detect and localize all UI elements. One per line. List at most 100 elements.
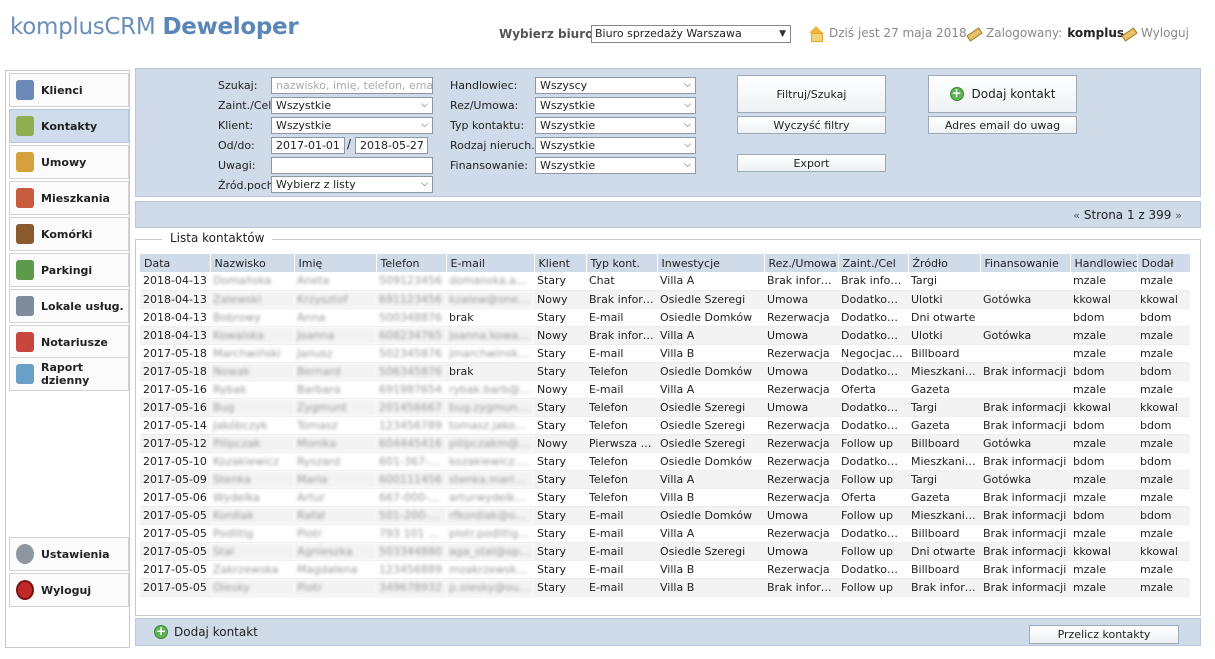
column-header[interactable]: Typ kont.	[586, 254, 658, 272]
next-page-link[interactable]: »	[1175, 209, 1182, 222]
property-type-select[interactable]: Wszystkie ⌵	[535, 137, 696, 154]
table-cell: Aneta	[294, 272, 376, 291]
sidebar-logout-button[interactable]: Wyloguj	[9, 573, 129, 607]
source-select[interactable]: Wybierz z listy ⌵	[271, 176, 433, 193]
email-notes-button[interactable]: Adres email do uwag	[928, 116, 1077, 134]
clear-filters-button[interactable]: Wyczyść filtry	[737, 116, 886, 134]
table-cell: E-mail	[586, 506, 657, 525]
table-row[interactable]: 2017-05-05 Kordiak Rafał 501-200-271 rfkordi…	[140, 506, 1190, 525]
recalc-contacts-button[interactable]: Przelicz kontakty	[1029, 625, 1179, 644]
sidebar-item-notariusze[interactable]: Notariusze	[9, 325, 129, 359]
column-header[interactable]: Imię	[294, 254, 377, 272]
table-row[interactable]: 2018-04-13 Domańska Aneta 509123456 domanska…	[140, 272, 1190, 291]
prev-page-link[interactable]: «	[1073, 209, 1080, 222]
table-cell: Nowy	[534, 290, 586, 309]
reservation-select[interactable]: Wszystkie ⌵	[535, 97, 696, 114]
table-cell: bdom	[1137, 416, 1190, 435]
table-row[interactable]: 2017-05-09 Stenka Maria 600111456 stenka.mar…	[140, 470, 1190, 489]
search-input[interactable]: nazwisko, imię, telefon, email	[271, 77, 433, 94]
table-cell: 2017-05-06	[140, 488, 210, 507]
sidebar-item-klienci[interactable]: Klienci	[9, 73, 129, 107]
table-row[interactable]: 2017-05-16 Bug Zygmunt 201456667 bug.zygmunt…	[140, 398, 1190, 417]
filter-search-button[interactable]: Filtruj/Szukaj	[737, 75, 886, 113]
table-row[interactable]: 2017-05-16 Rybak Barbara 691987654 rybak.bar…	[140, 380, 1190, 399]
table-row[interactable]: 2017-05-05 Olesky Piotr 349678932 p.olesky@o…	[140, 578, 1190, 597]
notes-input[interactable]	[271, 157, 433, 174]
header-logout-link[interactable]: Wyloguj	[1120, 26, 1189, 40]
column-header[interactable]: Dodał	[1137, 254, 1191, 272]
table-row[interactable]: 2018-04-13 Bobrowy Anna 500348876 brak Stary E…	[140, 308, 1190, 327]
chevron-down-icon: ⌵	[684, 100, 691, 110]
bottom-add-contact-link[interactable]: + Dodaj kontakt	[154, 625, 258, 639]
table-cell: Ryszard	[294, 452, 376, 471]
table-row[interactable]: 2018-04-13 Zalewski Krzysztof 691123456 kzal…	[140, 290, 1190, 309]
column-header[interactable]: Nazwisko	[210, 254, 295, 272]
table-cell: 793 101 137	[376, 524, 446, 543]
table-cell: Gazeta	[908, 416, 980, 435]
column-header[interactable]: Data	[140, 254, 211, 272]
table-cell: Osiedle Szeregi	[657, 416, 764, 435]
table-cell: brak	[446, 308, 534, 327]
salesman-select[interactable]: Wszyscy ⌵	[535, 77, 696, 94]
date-to-input[interactable]: 2018-05-27	[355, 137, 428, 154]
office-select[interactable]: Biuro sprzedaży Warszawa ▼	[591, 25, 791, 43]
sidebar-item-lokale-uslug[interactable]: Lokale usług.	[9, 289, 129, 323]
table-cell: Osiedle Szeregi	[657, 290, 764, 309]
interest-select[interactable]: Wszystkie ⌵	[271, 97, 433, 114]
table-row[interactable]: 2017-05-12 Pilipczak Monika 604445416 pilipc…	[140, 434, 1190, 453]
table-cell: Umowa	[764, 398, 838, 417]
logged-user-info: Zalogowany: komplus	[965, 26, 1124, 40]
table-cell: mzale	[1137, 524, 1190, 543]
table-cell: Rezerwacja	[764, 560, 838, 579]
sidebar-item-ustawienia[interactable]: Ustawienia	[9, 537, 129, 571]
table-cell: mzale	[1137, 560, 1190, 579]
table-cell: kzalew@onet.pl	[446, 290, 534, 309]
table-row[interactable]: 2017-05-05 Zakrzewska Magdalena 123456889 mz…	[140, 560, 1190, 579]
column-header[interactable]: Zaint./Cel	[838, 254, 909, 272]
table-cell: Osiedle Domków	[657, 362, 764, 381]
filter-panel: Szukaj: nazwisko, imię, telefon, email Z…	[135, 68, 1201, 197]
sidebar-item-raport-dzienny[interactable]: Raport dzienny	[9, 357, 129, 391]
table-cell: 608234765	[376, 326, 446, 345]
sidebar-item-mieszkania[interactable]: Mieszkania	[9, 181, 129, 215]
contact-type-select[interactable]: Wszystkie ⌵	[535, 117, 696, 134]
table-row[interactable]: 2017-05-10 Kozakiewicz Ryszard 601-367-177 k…	[140, 452, 1190, 471]
table-cell: Brak informacji	[586, 290, 657, 309]
sidebar-item-komorki[interactable]: Komórki	[9, 217, 129, 251]
column-header[interactable]: Źródło	[908, 254, 981, 272]
table-cell: bdom	[1137, 452, 1190, 471]
column-header[interactable]: Klient	[534, 254, 587, 272]
column-header[interactable]: Inwestycje	[657, 254, 765, 272]
table-cell: Olesky	[210, 578, 294, 597]
table-row[interactable]: 2017-05-05 Stal Agnieszka 503344880 aga_stal…	[140, 542, 1190, 561]
chevron-down-icon: ⌵	[421, 100, 428, 110]
add-contact-button[interactable]: + Dodaj kontakt	[928, 75, 1077, 113]
table-cell: Rezerwacja	[764, 488, 838, 507]
export-button[interactable]: Export	[737, 154, 886, 172]
table-row[interactable]: 2017-05-06 Wydelka Artur 667-000-178 arturwy…	[140, 488, 1190, 507]
table-cell: Brak informacji	[980, 578, 1070, 597]
column-header[interactable]: Handlowiec	[1070, 254, 1138, 272]
column-header[interactable]: Finansowanie	[980, 254, 1071, 272]
sidebar-item-umowy[interactable]: Umowy	[9, 145, 129, 179]
table-cell: Brak informa...	[908, 578, 980, 597]
column-header[interactable]: Rez./Umowa	[764, 254, 839, 272]
column-header[interactable]: E-mail	[446, 254, 535, 272]
date-from-input[interactable]: 2017-01-01	[271, 137, 345, 154]
client-select[interactable]: Wszystkie ⌵	[271, 117, 433, 134]
table-row[interactable]: 2018-04-13 Kowalska Joanna 608234765 joanna.…	[140, 326, 1190, 345]
table-row[interactable]: 2017-05-05 Podlitig Piotr 793 101 137 piotr.…	[140, 524, 1190, 543]
financing-select[interactable]: Wszystkie ⌵	[535, 157, 696, 174]
sidebar-item-parkingi[interactable]: Parkingi	[9, 253, 129, 287]
table-row[interactable]: 2017-05-18 Nowak Bernard 506345876 brak Stary…	[140, 362, 1190, 381]
table-row[interactable]: 2017-05-14 Jakóbczyk Tomasz 123456789 tomasz…	[140, 416, 1190, 435]
table-cell: Gotówka	[980, 326, 1070, 345]
column-header[interactable]: Telefon	[376, 254, 447, 272]
sidebar-item-kontakty[interactable]: Kontakty	[9, 109, 129, 143]
table-cell: 502345876	[376, 344, 446, 363]
table-cell: Dodatkowe i...	[838, 326, 908, 345]
page-indicator: Strona 1 z 399	[1083, 208, 1172, 222]
table-row[interactable]: 2017-05-18 Marchwiński Janusz 502345876 jmar…	[140, 344, 1190, 363]
table-cell: Villa A	[657, 380, 764, 399]
table-cell: Agnieszka	[294, 542, 376, 561]
